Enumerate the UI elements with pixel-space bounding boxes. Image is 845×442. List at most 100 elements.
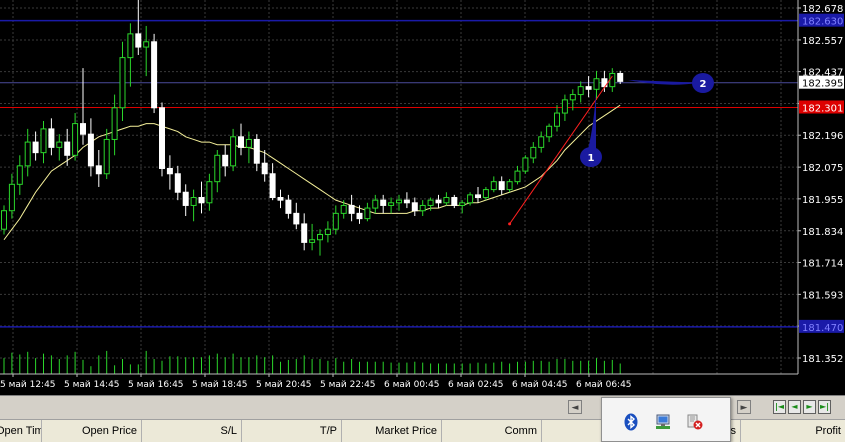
candle-body — [467, 194, 474, 204]
candle — [103, 128, 110, 180]
candle — [309, 223, 316, 251]
candle-body — [593, 78, 600, 90]
candle-body — [127, 33, 134, 59]
price-tick-label: 181.714 — [802, 258, 843, 269]
candle — [443, 192, 450, 206]
nav-first-button[interactable]: |◄ — [773, 400, 786, 414]
chart-canvas[interactable]: 12 182.678182.557182.437182.316182.19618… — [0, 0, 845, 395]
candle — [332, 205, 339, 235]
candle — [498, 176, 505, 195]
candle-body — [190, 197, 197, 206]
candle-body — [72, 123, 79, 156]
candle — [506, 179, 513, 193]
candle — [324, 221, 331, 243]
candle — [301, 213, 308, 251]
candle — [261, 150, 268, 182]
candle — [48, 118, 55, 156]
candle — [24, 128, 31, 177]
candle-body — [293, 212, 300, 225]
nav-next-button[interactable]: ► — [803, 400, 816, 414]
column-comm[interactable]: Comm — [442, 420, 542, 442]
column-tp[interactable]: T/P — [242, 420, 342, 442]
candle-body — [277, 197, 284, 201]
candle-body — [380, 199, 387, 206]
red-line-price-badge: 182.301 — [802, 104, 843, 115]
candle-body — [364, 207, 371, 220]
candle-body — [490, 181, 497, 191]
candle — [166, 155, 173, 190]
candle-body — [80, 123, 86, 135]
candle-body — [443, 197, 450, 204]
candle — [554, 105, 560, 132]
candle-body — [111, 107, 118, 140]
candle-body — [332, 212, 339, 230]
candle-body — [16, 165, 23, 185]
time-tick-label: 6 май 00:45 — [384, 380, 440, 390]
candle — [64, 128, 71, 166]
bluetooth-icon[interactable] — [622, 413, 640, 431]
time-tick-label: 5 май 16:45 — [128, 380, 184, 390]
candle — [277, 189, 284, 209]
column-profit[interactable]: Profit — [741, 420, 845, 442]
candle — [245, 131, 252, 164]
candle-body — [475, 194, 481, 199]
blue-top-price-badge: 182.630 — [802, 17, 843, 28]
candle-body — [419, 204, 426, 212]
candle-body — [403, 199, 410, 204]
scroll-right-arrow[interactable]: ► — [737, 400, 751, 414]
candle-body — [498, 181, 505, 191]
time-tick-label: 6 май 04:45 — [512, 380, 568, 390]
column-sl[interactable]: S/L — [142, 420, 242, 442]
candle-body — [24, 141, 31, 167]
candle — [87, 118, 94, 177]
candle-body — [577, 86, 584, 96]
candle-body — [617, 72, 624, 82]
candle — [40, 120, 47, 164]
candle — [1, 205, 7, 235]
price-axis: 182.678182.557182.437182.316182.196182.0… — [797, 0, 845, 395]
candle — [293, 202, 300, 230]
price-chart[interactable]: 12 182.678182.557182.437182.316182.19618… — [0, 0, 845, 395]
time-tick-label: 5 май 22:45 — [320, 380, 376, 390]
price-tick-label: 182.075 — [802, 163, 843, 174]
chart-grid — [0, 0, 798, 374]
candle — [143, 25, 150, 77]
candle — [159, 102, 165, 177]
candle — [269, 163, 276, 201]
candle-body — [609, 72, 616, 88]
column-open-time[interactable]: Open Time — [0, 420, 42, 442]
candle-body — [435, 199, 442, 204]
candle-body — [1, 210, 7, 230]
candle — [617, 70, 624, 85]
callouts: 12 — [580, 73, 714, 167]
security-alert-icon[interactable] — [686, 413, 704, 431]
network-icon[interactable] — [654, 413, 672, 431]
candle-body — [348, 204, 355, 214]
nav-prev-button[interactable]: ◄ — [788, 400, 801, 414]
candle-body — [530, 146, 537, 159]
candle-body — [585, 86, 592, 90]
candle-body — [56, 141, 63, 148]
candle-body — [32, 141, 39, 154]
column-market-price[interactable]: Market Price — [342, 420, 442, 442]
trend-line-anchor — [508, 222, 512, 226]
candle — [522, 155, 529, 174]
candle — [403, 192, 410, 209]
candle — [230, 128, 237, 172]
candle — [561, 94, 568, 121]
column-open-price[interactable]: Open Price — [42, 420, 142, 442]
candle — [317, 229, 323, 256]
time-tick-label: 6 май 06:45 — [576, 380, 632, 390]
candle — [190, 189, 197, 222]
candle-body — [64, 141, 71, 156]
candle — [8, 173, 15, 219]
scroll-left-arrow[interactable]: ◄ — [568, 400, 582, 414]
callout-number: 2 — [700, 79, 707, 90]
candle-body — [554, 112, 560, 127]
candle-body — [48, 128, 55, 148]
nav-last-button[interactable]: ►| — [818, 400, 831, 414]
price-tick-label: 181.352 — [802, 354, 843, 365]
candle-body — [222, 154, 229, 167]
candle — [56, 134, 63, 161]
current-price-badge: 182.395 — [802, 79, 843, 90]
